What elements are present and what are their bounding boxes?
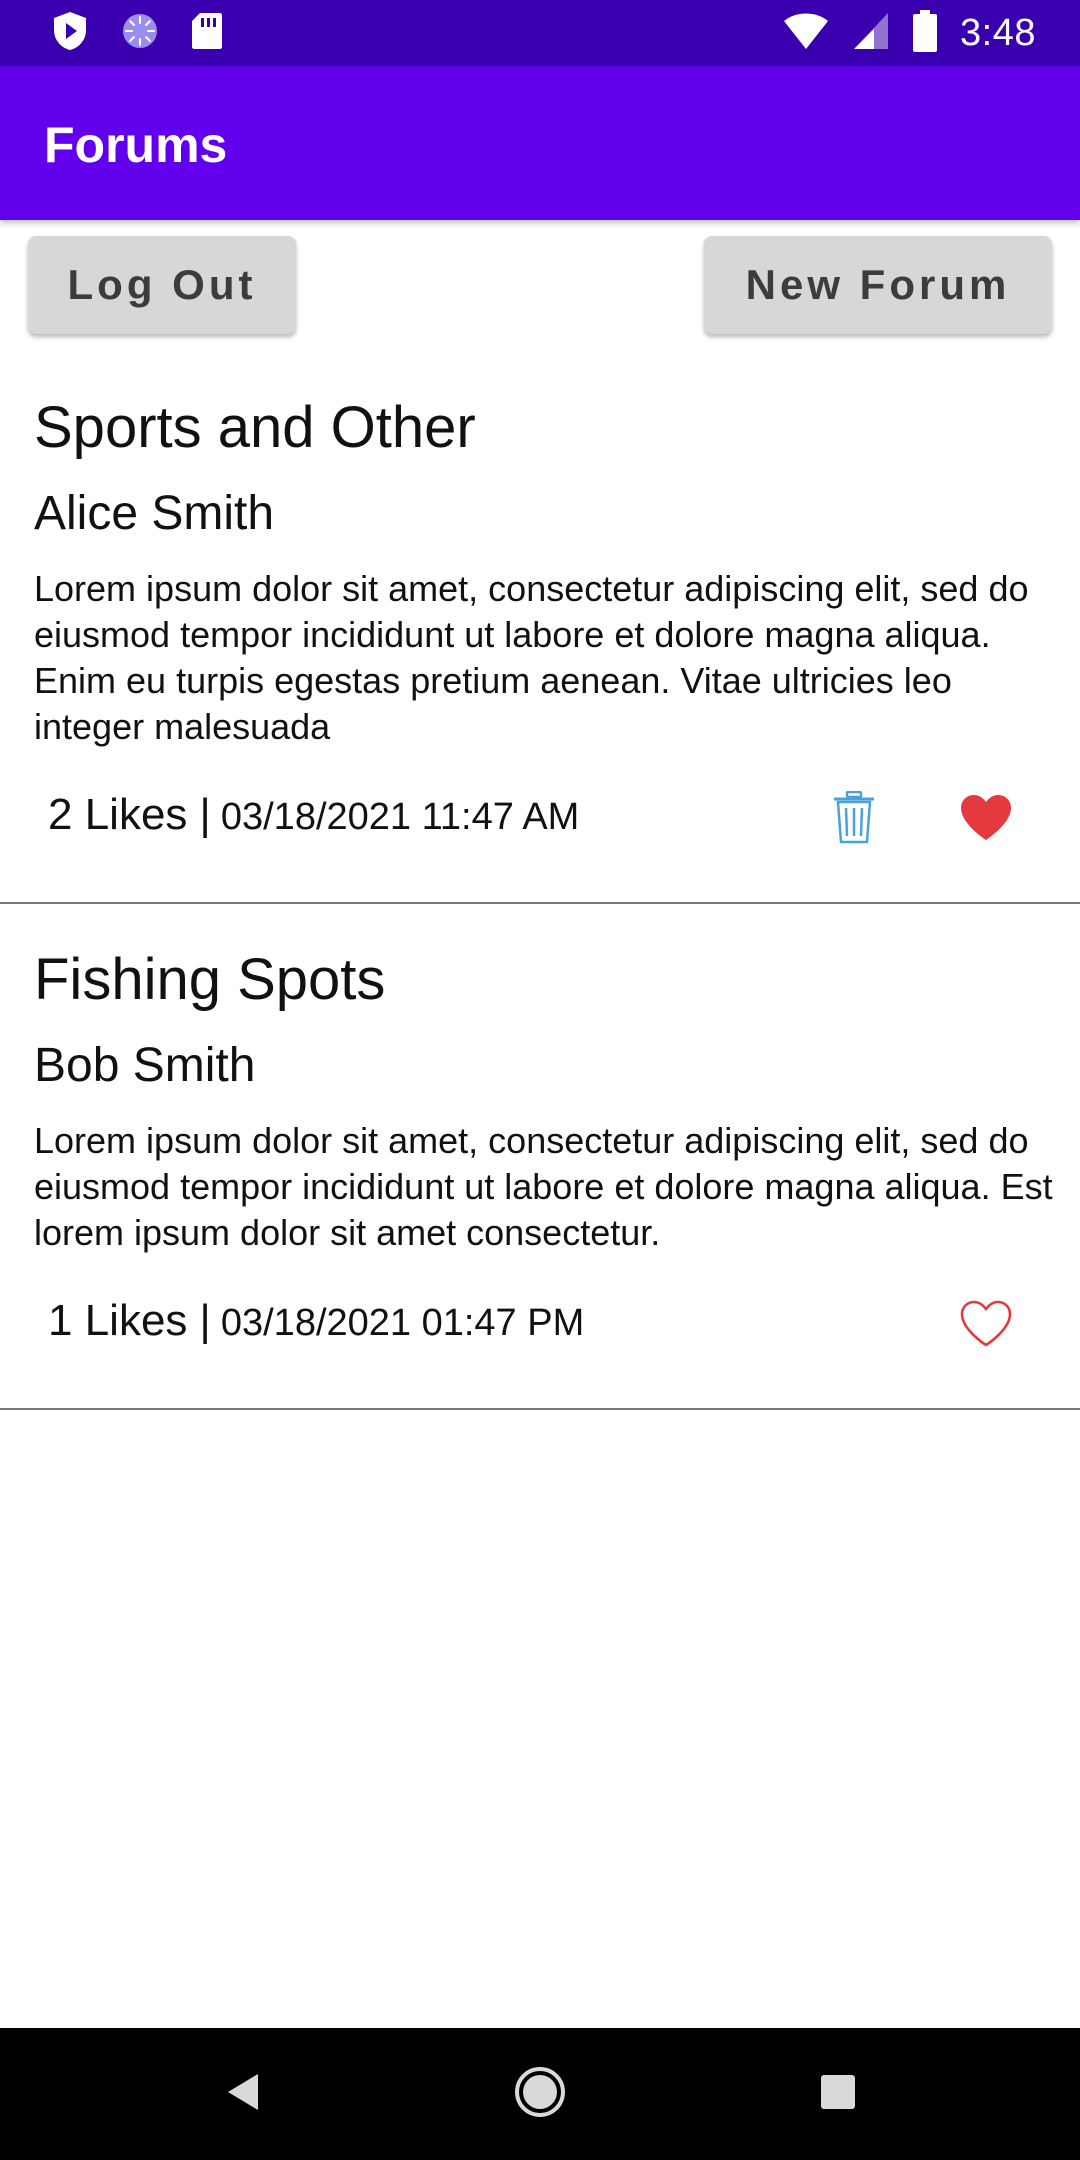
like-button[interactable] xyxy=(954,1294,1018,1358)
forum-list-item[interactable]: Sports and Other Alice Smith Lorem ipsum… xyxy=(0,370,1080,904)
back-icon xyxy=(222,2070,262,2119)
shield-play-icon xyxy=(50,10,90,57)
forum-title: Sports and Other xyxy=(34,395,476,460)
forum-list-item[interactable]: Fishing Spots Bob Smith Lorem ipsum dolo… xyxy=(0,922,1080,1410)
like-button[interactable] xyxy=(954,788,1018,852)
page-title: Forums xyxy=(44,117,228,173)
recents-button[interactable] xyxy=(808,2064,868,2124)
forum-body: Lorem ipsum dolor sit amet, consectetur … xyxy=(34,1120,1053,1253)
status-left-icons xyxy=(50,10,224,57)
delete-forum-button[interactable] xyxy=(822,788,886,852)
forum-author: Bob Smith xyxy=(34,1039,256,1092)
forum-title: Fishing Spots xyxy=(34,947,386,1012)
heart-outline-icon xyxy=(959,1300,1013,1353)
forum-meta: 2 Likes | 03/18/2021 11:47 AM xyxy=(48,790,579,840)
status-time: 3:48 xyxy=(960,11,1036,54)
forum-body: Lorem ipsum dolor sit amet, consectetur … xyxy=(34,568,1029,747)
back-button[interactable] xyxy=(212,2064,272,2124)
wifi-icon xyxy=(782,11,830,56)
heart-filled-icon xyxy=(959,794,1013,847)
system-nav-bar xyxy=(0,2028,1080,2160)
meta-separator: | xyxy=(199,1296,211,1345)
forum-author: Alice Smith xyxy=(34,487,275,540)
forum-meta: 1 Likes | 03/18/2021 01:47 PM xyxy=(48,1296,584,1346)
post-date: 03/18/2021 01:47 PM xyxy=(220,1302,585,1344)
spinner-icon xyxy=(120,11,160,56)
sd-card-icon xyxy=(190,11,224,56)
home-button[interactable] xyxy=(510,2064,570,2124)
likes-count: 1 Likes xyxy=(48,1296,188,1345)
trash-icon xyxy=(832,790,876,850)
battery-icon xyxy=(912,9,938,57)
meta-separator: | xyxy=(199,790,211,839)
signal-icon xyxy=(852,11,890,56)
likes-count: 2 Likes xyxy=(48,790,188,839)
status-bar: 3:48 xyxy=(0,0,1080,66)
post-date: 03/18/2021 11:47 AM xyxy=(220,796,580,838)
home-icon xyxy=(512,2064,568,2125)
status-right-icons: 3:48 xyxy=(782,8,1036,58)
log-out-button[interactable]: Log Out xyxy=(28,236,296,334)
forums-screen: 3:48 Forums Log Out New Forum Sports and… xyxy=(0,0,1080,2160)
new-forum-button[interactable]: New Forum xyxy=(704,236,1052,334)
app-toolbar: Forums xyxy=(0,66,1080,220)
recents-icon xyxy=(818,2072,858,2117)
